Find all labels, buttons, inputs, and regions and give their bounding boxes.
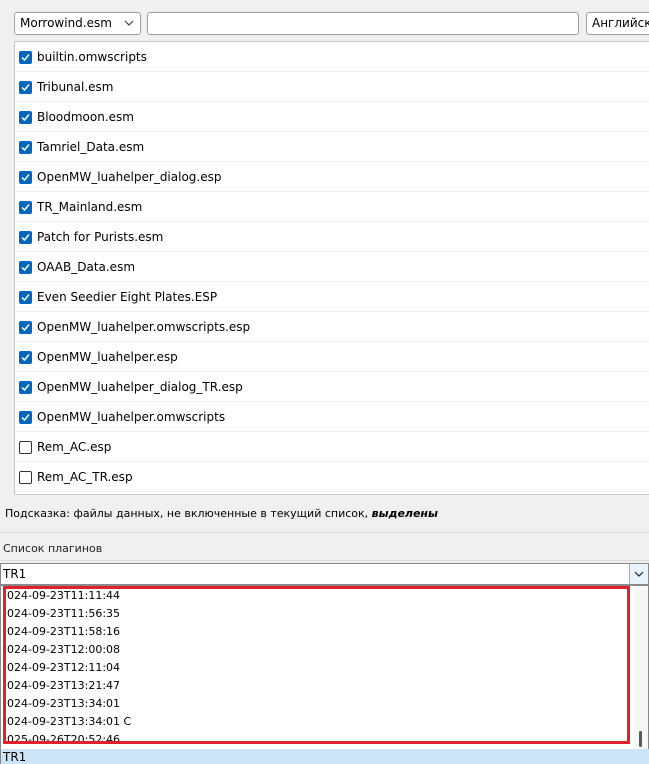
content-file-row[interactable]: OpenMW_luahelper.omwscripts: [15, 402, 649, 432]
checkbox-checked[interactable]: [19, 351, 32, 364]
checkmark-icon: [21, 354, 30, 362]
dropdown-option[interactable]: 024-09-23T12:11:04: [7, 661, 120, 674]
content-file-name: Rem_AC_TR.esp: [37, 470, 133, 484]
scrollbar-thumb[interactable]: [639, 731, 642, 747]
checkmark-icon: [21, 234, 30, 242]
checkmark-icon: [21, 264, 30, 272]
content-file-name: OpenMW_luahelper_dialog.esp: [37, 170, 222, 184]
dropdown-option[interactable]: 024-09-23T11:58:16: [7, 625, 120, 638]
game-file-value: Morrowind.esm: [20, 16, 112, 30]
checkmark-icon: [21, 324, 30, 332]
section-divider: [0, 560, 649, 561]
content-file-row[interactable]: Even Seedier Eight Plates.ESP: [15, 282, 649, 312]
checkbox-unchecked[interactable]: [19, 441, 32, 454]
content-file-row[interactable]: OpenMW_luahelper.esp: [15, 342, 649, 372]
checkbox-checked[interactable]: [19, 381, 32, 394]
chevron-down-icon: [634, 571, 644, 577]
content-file-row[interactable]: OpenMW_luahelper_dialog.esp: [15, 162, 649, 192]
dropdown-option[interactable]: 024-09-23T13:21:47: [7, 679, 120, 692]
checkbox-checked[interactable]: [19, 141, 32, 154]
checkbox-unchecked[interactable]: [19, 471, 32, 484]
checkbox-checked[interactable]: [19, 231, 32, 244]
content-file-row[interactable]: Rem_AC_TR.esp: [15, 462, 649, 492]
dropdown-option[interactable]: 024-09-23T13:34:01: [7, 697, 120, 710]
checkbox-checked[interactable]: [19, 171, 32, 184]
dropdown-option[interactable]: 024-09-23T11:56:35: [7, 607, 120, 620]
checkbox-checked[interactable]: [19, 321, 32, 334]
checkbox-checked[interactable]: [19, 81, 32, 94]
checkmark-icon: [21, 204, 30, 212]
content-file-name: OpenMW_luahelper.omwscripts.esp: [37, 320, 251, 334]
content-file-row[interactable]: OpenMW_luahelper.omwscripts.esp: [15, 312, 649, 342]
content-file-name: TR_Mainland.esm: [37, 200, 143, 214]
language-select[interactable]: Английски: [586, 12, 649, 35]
content-file-row[interactable]: OAAB_Data.esm: [15, 252, 649, 282]
content-file-name: Rem_AC.esp: [37, 440, 112, 454]
content-file-row[interactable]: TR_Mainland.esm: [15, 192, 649, 222]
content-file-name: OAAB_Data.esm: [37, 260, 136, 274]
dropdown-option[interactable]: 024-09-23T12:00:08: [7, 643, 120, 656]
plugin-list-label: Список плагинов: [3, 542, 103, 555]
checkbox-checked[interactable]: [19, 51, 32, 64]
content-file-name: Tamriel_Data.esm: [37, 140, 145, 154]
dropdown-button[interactable]: [629, 564, 648, 584]
content-file-name: Even Seedier Eight Plates.ESP: [37, 290, 218, 304]
checkbox-checked[interactable]: [19, 261, 32, 274]
dropdown-selected-option[interactable]: TR1: [1, 749, 649, 764]
content-file-row[interactable]: Rem_AC.esp: [15, 432, 649, 462]
checkmark-icon: [21, 414, 30, 422]
dropdown-option[interactable]: 025-09-26T20:52:46: [7, 733, 120, 746]
content-files-list[interactable]: builtin.omwscripts Tribunal.esm Bloodmoon.…: [14, 41, 649, 495]
chevron-down-icon: [124, 20, 134, 26]
dropdown-scrollbar[interactable]: [634, 586, 648, 749]
content-file-row[interactable]: Patch for Purists.esm: [15, 222, 649, 252]
language-value: Английски: [592, 16, 649, 30]
checkmark-icon: [21, 84, 30, 92]
checkbox-checked[interactable]: [19, 291, 32, 304]
hint-text: Подсказка: файлы данных, не включенные в…: [5, 507, 438, 520]
search-input[interactable]: [147, 12, 579, 35]
checkmark-icon: [21, 384, 30, 392]
dropdown-option[interactable]: 024-09-23T11:11:44: [7, 589, 120, 602]
selected-option-label: TR1: [3, 750, 27, 764]
divider: [0, 532, 649, 533]
checkmark-icon: [21, 54, 30, 62]
toolbar: Morrowind.esm Английски: [0, 0, 649, 40]
plugin-list-dropdown[interactable]: TR1 024-09-23T11:11:44 024-09-23T11:56:35…: [0, 585, 649, 764]
content-file-name: OpenMW_luahelper.esp: [37, 350, 178, 364]
plugin-list-select[interactable]: TR1: [0, 563, 649, 585]
checkmark-icon: [21, 114, 30, 122]
checkmark-icon: [21, 294, 30, 302]
content-file-name: Bloodmoon.esm: [37, 110, 134, 124]
checkbox-checked[interactable]: [19, 201, 32, 214]
content-file-name: Patch for Purists.esm: [37, 230, 164, 244]
content-file-name: builtin.omwscripts: [37, 50, 147, 64]
content-file-row[interactable]: OpenMW_luahelper_dialog_TR.esp: [15, 372, 649, 402]
content-file-row[interactable]: builtin.omwscripts: [15, 42, 649, 72]
game-file-select[interactable]: Morrowind.esm: [14, 12, 141, 35]
dropdown-option[interactable]: 024-09-23T13:34:01 C: [7, 715, 131, 728]
plugin-list-value: TR1: [3, 567, 27, 581]
content-file-row[interactable]: Tamriel_Data.esm: [15, 132, 649, 162]
checkbox-checked[interactable]: [19, 411, 32, 424]
content-file-row[interactable]: Bloodmoon.esm: [15, 102, 649, 132]
checkmark-icon: [21, 144, 30, 152]
content-file-name: Tribunal.esm: [37, 80, 114, 94]
content-file-name: OpenMW_luahelper.omwscripts: [37, 410, 226, 424]
hint-emphasis: выделены: [371, 507, 438, 520]
checkmark-icon: [21, 174, 30, 182]
checkbox-checked[interactable]: [19, 111, 32, 124]
content-file-name: OpenMW_luahelper_dialog_TR.esp: [37, 380, 243, 394]
content-file-row[interactable]: Tribunal.esm: [15, 72, 649, 102]
